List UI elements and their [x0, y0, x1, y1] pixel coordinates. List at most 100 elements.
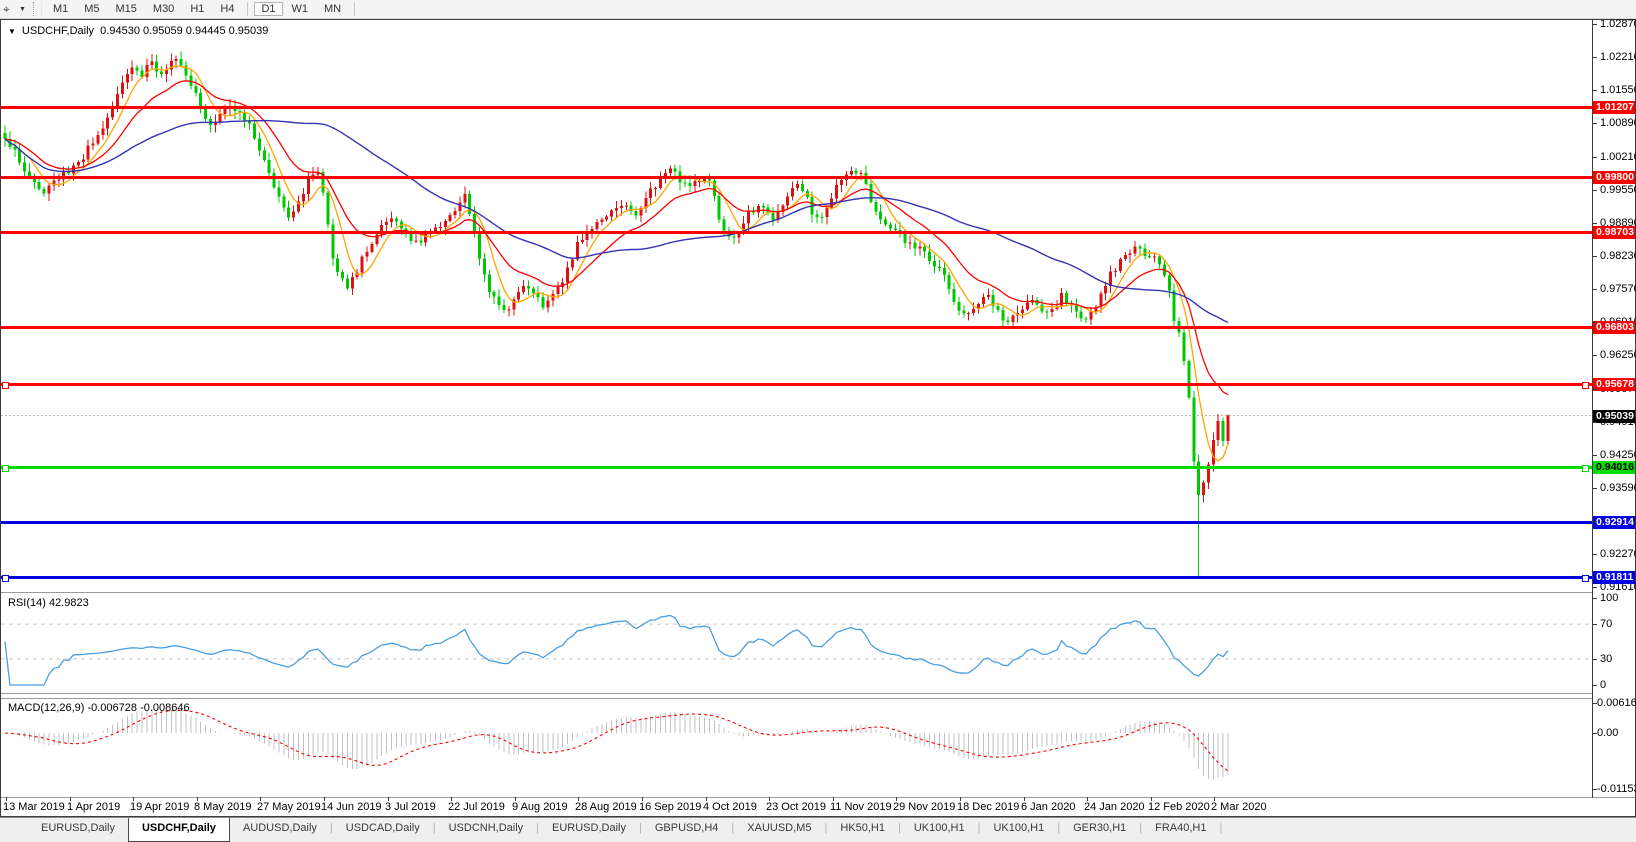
timeframe-button-m30[interactable]: M30 — [146, 2, 181, 16]
date-axis[interactable]: 13 Mar 20191 Apr 2019 19 Apr 2019 8 May 20… — [1, 797, 1592, 816]
line-handle[interactable] — [1582, 575, 1589, 582]
horizontal-line-0.98703[interactable] — [1, 231, 1592, 234]
pane-separator[interactable] — [1, 698, 1635, 699]
macd-axis-tick — [1593, 703, 1597, 704]
price-line-badge: 0.95678 — [1593, 378, 1635, 391]
timeframe-button-m5[interactable]: M5 — [77, 2, 106, 16]
price-tick-label: 1.00890 — [1600, 117, 1636, 129]
price-tick — [1593, 355, 1597, 356]
chart-title: ▼ USDCHF,Daily 0.94530 0.95059 0.94445 0.… — [8, 25, 268, 37]
date-label: 22 Jul 2019 — [448, 801, 505, 813]
macd-axis-tick — [1593, 789, 1597, 790]
date-label: 12 Feb 2020 — [1148, 801, 1210, 813]
crosshair-tool-icon[interactable]: ⌖ — [3, 2, 17, 16]
timeframe-button-m1[interactable]: M1 — [46, 2, 75, 16]
price-tick-label: 1.02210 — [1600, 51, 1636, 63]
symbol-label: USDCHF,Daily — [22, 25, 94, 37]
horizontal-line-0.95678[interactable] — [1, 383, 1592, 386]
price-line-badge: 0.92914 — [1593, 516, 1635, 529]
toolbar-separator — [354, 2, 355, 16]
tool-dropdown-caret-icon[interactable]: ▼ — [19, 6, 26, 13]
date-label: 1 Apr 2019 — [67, 801, 120, 813]
tab-fra40-h1[interactable]: FRA40,H1 — [1142, 818, 1219, 842]
date-label: 24 Jan 2020 — [1084, 801, 1145, 813]
date-label: 23 Oct 2019 — [766, 801, 826, 813]
price-tick-label: 0.93590 — [1600, 482, 1636, 494]
pane-separator[interactable] — [1, 693, 1635, 694]
horizontal-line-0.99800[interactable] — [1, 176, 1592, 179]
tab-xauusd-m5[interactable]: XAUUSD,M5 — [734, 818, 824, 842]
price-line-badge: 0.99800 — [1593, 171, 1635, 184]
date-label: 6 Jan 2020 — [1021, 801, 1075, 813]
tab-uk100-h1[interactable]: UK100,H1 — [901, 818, 978, 842]
horizontal-line-0.91811[interactable] — [1, 576, 1592, 579]
timeframe-button-group: M1M5M15M30H1H4 D1W1MN — [45, 0, 360, 18]
horizontal-line-0.96803[interactable] — [1, 326, 1592, 329]
horizontal-line-1.01207[interactable] — [1, 106, 1592, 109]
rsi-axis-label: 70 — [1600, 618, 1612, 630]
rsi-axis-tick — [1593, 685, 1597, 686]
tab-uk100-h1[interactable]: UK100,H1 — [980, 818, 1057, 842]
price-tick — [1593, 190, 1597, 191]
timeframe-button-h4[interactable]: H4 — [213, 2, 241, 16]
timeframe-button-d1[interactable]: D1 — [254, 2, 282, 16]
line-handle[interactable] — [2, 575, 9, 582]
price-tick — [1593, 157, 1597, 158]
date-label: 19 Apr 2019 — [130, 801, 189, 813]
price-tick — [1593, 256, 1597, 257]
chart-tabs-bar: EURUSD,DailyUSDCHF,DailyAUDUSD,Daily|USD… — [0, 817, 1636, 842]
timeframe-button-mn[interactable]: MN — [317, 2, 348, 16]
price-tick — [1593, 389, 1597, 390]
tab-eurusd-daily[interactable]: EURUSD,Daily — [539, 818, 639, 842]
tab-eurusd-daily[interactable]: EURUSD,Daily — [28, 818, 128, 842]
ohlc-values: 0.94530 0.95059 0.94445 0.95039 — [100, 25, 268, 37]
price-tick — [1593, 123, 1597, 124]
price-tick — [1593, 24, 1597, 25]
price-tick-label: 0.97570 — [1600, 283, 1636, 295]
pane-separator[interactable] — [1, 592, 1635, 593]
line-handle[interactable] — [2, 465, 9, 472]
rsi-pane-canvas[interactable] — [1, 593, 1592, 693]
macd-axis-label: -0.011533 — [1597, 783, 1636, 795]
date-label: 29 Nov 2019 — [893, 801, 955, 813]
tab-usdchf-daily[interactable]: USDCHF,Daily — [128, 818, 230, 842]
date-label: 16 Sep 2019 — [639, 801, 701, 813]
tab-ger30-h1[interactable]: GER30,H1 — [1060, 818, 1139, 842]
tab-gbpusd-h4[interactable]: GBPUSD,H4 — [642, 818, 732, 842]
price-tick-label: 0.96250 — [1600, 349, 1636, 361]
horizontal-line-0.94016[interactable] — [1, 466, 1592, 469]
price-axis[interactable]: 1.028701.022101.015501.008901.002100.995… — [1593, 20, 1635, 797]
date-label: 14 Jun 2019 — [321, 801, 382, 813]
date-label: 18 Dec 2019 — [957, 801, 1019, 813]
collapse-triangle-icon[interactable]: ▼ — [8, 27, 16, 36]
date-label: 8 May 2019 — [194, 801, 251, 813]
price-tick-label: 0.94250 — [1600, 449, 1636, 461]
horizontal-line-0.92914[interactable] — [1, 521, 1592, 524]
price-line-badge: 0.91811 — [1593, 571, 1635, 584]
timeframe-button-h1[interactable]: H1 — [183, 2, 211, 16]
date-label: 27 May 2019 — [257, 801, 321, 813]
price-tick — [1593, 57, 1597, 58]
timeframe-button-w1[interactable]: W1 — [285, 2, 316, 16]
price-tick-label: 0.99550 — [1600, 184, 1636, 196]
price-line-badge: 0.94016 — [1593, 461, 1635, 474]
tab-hk50-h1[interactable]: HK50,H1 — [827, 818, 898, 842]
date-label: 13 Mar 2019 — [3, 801, 65, 813]
date-label: 11 Nov 2019 — [830, 801, 892, 813]
timeframe-button-m15[interactable]: M15 — [109, 2, 144, 16]
toolbar-separator — [247, 2, 248, 16]
macd-pane-canvas[interactable] — [1, 699, 1592, 797]
price-tick — [1593, 554, 1597, 555]
line-handle[interactable] — [1582, 465, 1589, 472]
tab-usdcad-daily[interactable]: USDCAD,Daily — [333, 818, 433, 842]
price-tick — [1593, 521, 1597, 522]
tab-usdcnh-daily[interactable]: USDCNH,Daily — [436, 818, 537, 842]
line-handle[interactable] — [1582, 382, 1589, 389]
price-line-badge: 1.01207 — [1593, 101, 1635, 114]
tab-audusd-daily[interactable]: AUDUSD,Daily — [230, 818, 330, 842]
date-label: 28 Aug 2019 — [575, 801, 637, 813]
price-tick-label: 1.02870 — [1600, 18, 1636, 30]
line-handle[interactable] — [2, 382, 9, 389]
price-tick — [1593, 289, 1597, 290]
price-tick — [1593, 455, 1597, 456]
